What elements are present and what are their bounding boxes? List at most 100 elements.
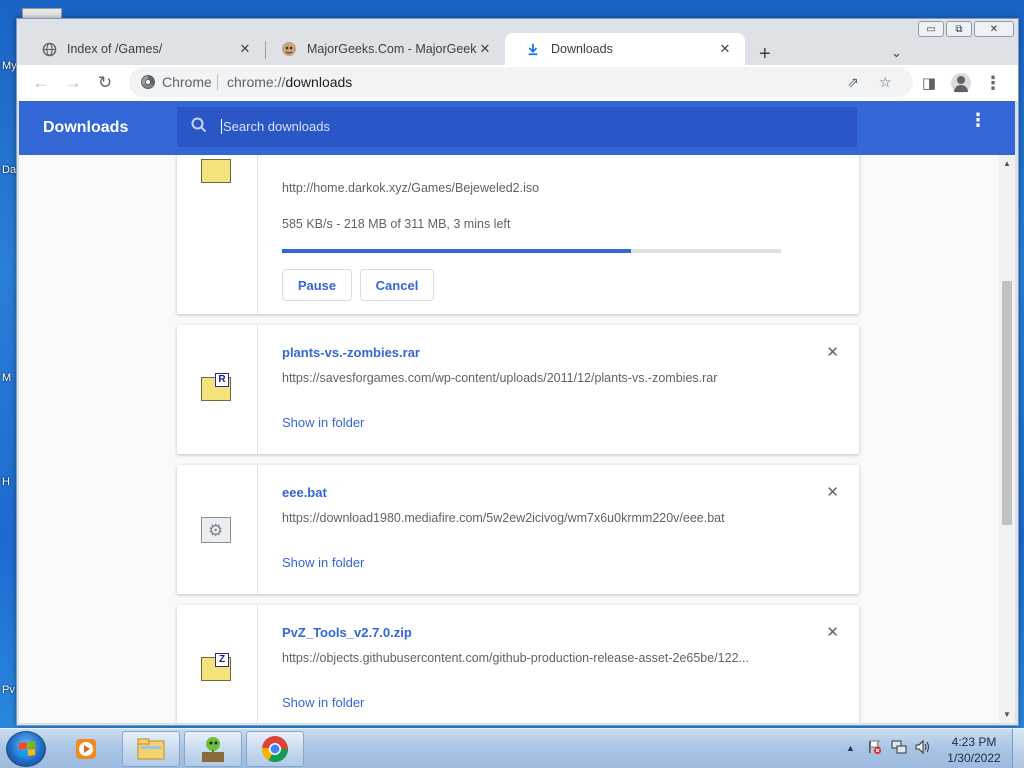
download-filename-link[interactable]: plants-vs.-zombies.rar <box>282 345 420 360</box>
file-type-badge: R <box>215 373 229 387</box>
download-item: ⚙ eee.bat https://download1980.mediafire… <box>177 465 859 594</box>
bookmark-star-icon[interactable]: ☆ <box>879 74 892 91</box>
tab-downloads[interactable]: Downloads ✕ <box>505 33 745 65</box>
chrome-icon <box>262 736 289 763</box>
back-button[interactable]: ← <box>29 71 53 95</box>
file-icon <box>201 155 233 183</box>
volume-icon[interactable] <box>914 739 932 758</box>
browser-toolbar: ← → ↻ Chrome chrome://downloads ⇗ ☆ ◨ ⋮ <box>17 65 1018 101</box>
downloads-list: http://home.darkok.xyz/Games/Bejeweled2.… <box>19 155 999 723</box>
url-text[interactable]: chrome://downloads <box>227 74 352 90</box>
tab-title: Downloads <box>551 42 613 56</box>
reload-button[interactable]: ↻ <box>93 71 117 95</box>
plant-game-icon <box>202 737 224 762</box>
browser-window: ▭ ⧉ ✕ Index of /Games/ ✕ MajorGeeks.Com … <box>16 18 1019 726</box>
chrome-icon[interactable] <box>141 75 155 89</box>
tab-strip: Index of /Games/ ✕ MajorGeeks.Com - Majo… <box>17 27 1018 67</box>
clock-time: 4:23 PM <box>951 735 997 749</box>
share-icon[interactable]: ⇗ <box>847 74 859 91</box>
tab-index-of-games[interactable]: Index of /Games/ ✕ <box>21 33 265 65</box>
tab-close-button[interactable]: ✕ <box>237 41 253 57</box>
url-path: downloads <box>285 74 353 90</box>
search-input[interactable]: Search downloads <box>221 119 330 134</box>
download-item: http://home.darkok.xyz/Games/Bejeweled2.… <box>177 155 859 314</box>
download-icon-column: ⚙ <box>177 465 258 594</box>
tab-search-button[interactable]: ⌄ <box>891 45 902 61</box>
windows-logo-icon <box>19 741 35 757</box>
profile-button[interactable] <box>949 71 973 95</box>
side-panel-icon[interactable]: ◨ <box>917 71 941 95</box>
tab-majorgeeks[interactable]: MajorGeeks.Com - MajorGeeks ✕ <box>261 33 505 65</box>
tab-title: Index of /Games/ <box>67 42 163 56</box>
forward-button[interactable]: → <box>61 71 85 95</box>
system-clock[interactable]: 4:23 PM 1/30/2022 <box>942 734 1006 766</box>
game-taskbar-button[interactable] <box>184 731 242 767</box>
downloads-menu-icon[interactable]: ⋮ <box>969 111 987 129</box>
download-filename-link[interactable]: eee.bat <box>282 485 327 500</box>
action-center-flag-icon[interactable] <box>866 739 882 758</box>
remove-download-button[interactable]: ✕ <box>826 483 839 501</box>
show-in-folder-link[interactable]: Show in folder <box>282 555 364 570</box>
media-player-icon <box>76 739 96 759</box>
progress-fill <box>282 249 632 253</box>
cancel-button[interactable]: Cancel <box>360 269 434 301</box>
page-title: Downloads <box>43 119 129 136</box>
download-icon-column: R <box>177 325 258 454</box>
search-icon <box>191 117 207 138</box>
majorgeeks-icon <box>281 41 297 57</box>
scroll-down-arrow[interactable]: ▼ <box>1003 710 1011 719</box>
globe-icon <box>41 41 57 57</box>
chrome-menu-icon[interactable]: ⋮ <box>981 71 1005 95</box>
address-separator <box>217 74 218 90</box>
site-label: Chrome <box>162 74 212 90</box>
download-url[interactable]: http://home.darkok.xyz/Games/Bejeweled2.… <box>282 181 782 195</box>
folder-icon <box>201 159 231 183</box>
download-icon-column <box>177 155 258 314</box>
media-player-taskbar-button[interactable] <box>64 731 108 767</box>
tab-close-button[interactable]: ✕ <box>717 41 733 57</box>
chrome-taskbar-button[interactable] <box>246 731 304 767</box>
download-item: Z PvZ_Tools_v2.7.0.zip https://objects.g… <box>177 605 859 723</box>
explorer-taskbar-button[interactable] <box>122 731 180 767</box>
zip-file-icon: Z <box>201 653 233 681</box>
download-status: 585 KB/s - 218 MB of 311 MB, 3 mins left <box>282 217 511 231</box>
download-icon-column: Z <box>177 605 258 723</box>
start-button[interactable] <box>6 731 46 767</box>
network-icon[interactable] <box>890 739 908 758</box>
pause-button[interactable]: Pause <box>282 269 352 301</box>
download-url[interactable]: https://objects.githubusercontent.com/gi… <box>282 651 782 665</box>
taskbar: ▲ 4:23 PM 1/30/2022 <box>0 728 1024 768</box>
tab-close-button[interactable]: ✕ <box>477 41 493 57</box>
address-bar[interactable]: Chrome chrome://downloads ⇗ ☆ <box>129 67 913 97</box>
file-type-badge: Z <box>215 653 229 667</box>
download-item: R plants-vs.-zombies.rar https://savesfo… <box>177 325 859 454</box>
download-icon <box>525 41 541 57</box>
folder-icon <box>137 738 165 760</box>
desktop-label[interactable]: Pv <box>2 684 15 696</box>
download-url[interactable]: https://savesforgames.com/wp-content/upl… <box>282 371 782 385</box>
tray-expand-icon[interactable]: ▲ <box>846 743 855 753</box>
desktop-label[interactable]: H <box>2 476 10 488</box>
remove-download-button[interactable]: ✕ <box>826 623 839 641</box>
desktop-label[interactable]: M <box>2 372 11 384</box>
download-progress-bar <box>282 249 781 253</box>
new-tab-button[interactable]: + <box>759 43 771 66</box>
download-url[interactable]: https://download1980.mediafire.com/5w2ew… <box>282 511 782 525</box>
desktop-label[interactable]: Da <box>2 164 16 176</box>
url-scheme: chrome:// <box>227 74 286 90</box>
show-in-folder-link[interactable]: Show in folder <box>282 695 364 710</box>
rar-file-icon: R <box>201 373 233 401</box>
show-in-folder-link[interactable]: Show in folder <box>282 415 364 430</box>
avatar-icon <box>951 73 971 93</box>
downloads-header: Downloads Search downloads ⋮ <box>19 101 1015 155</box>
download-filename-link[interactable]: PvZ_Tools_v2.7.0.zip <box>282 625 412 640</box>
gear-icon: ⚙ <box>208 521 224 540</box>
scroll-up-arrow[interactable]: ▲ <box>1003 159 1011 168</box>
tab-title: MajorGeeks.Com - MajorGeeks <box>307 42 477 56</box>
vertical-scrollbar[interactable]: ▲ ▼ <box>999 155 1015 723</box>
show-desktop-button[interactable] <box>1012 729 1024 768</box>
desktop-label[interactable]: My <box>2 60 17 72</box>
remove-download-button[interactable]: ✕ <box>826 343 839 361</box>
search-downloads-box[interactable]: Search downloads <box>177 107 857 147</box>
scrollbar-thumb[interactable] <box>1002 281 1012 525</box>
